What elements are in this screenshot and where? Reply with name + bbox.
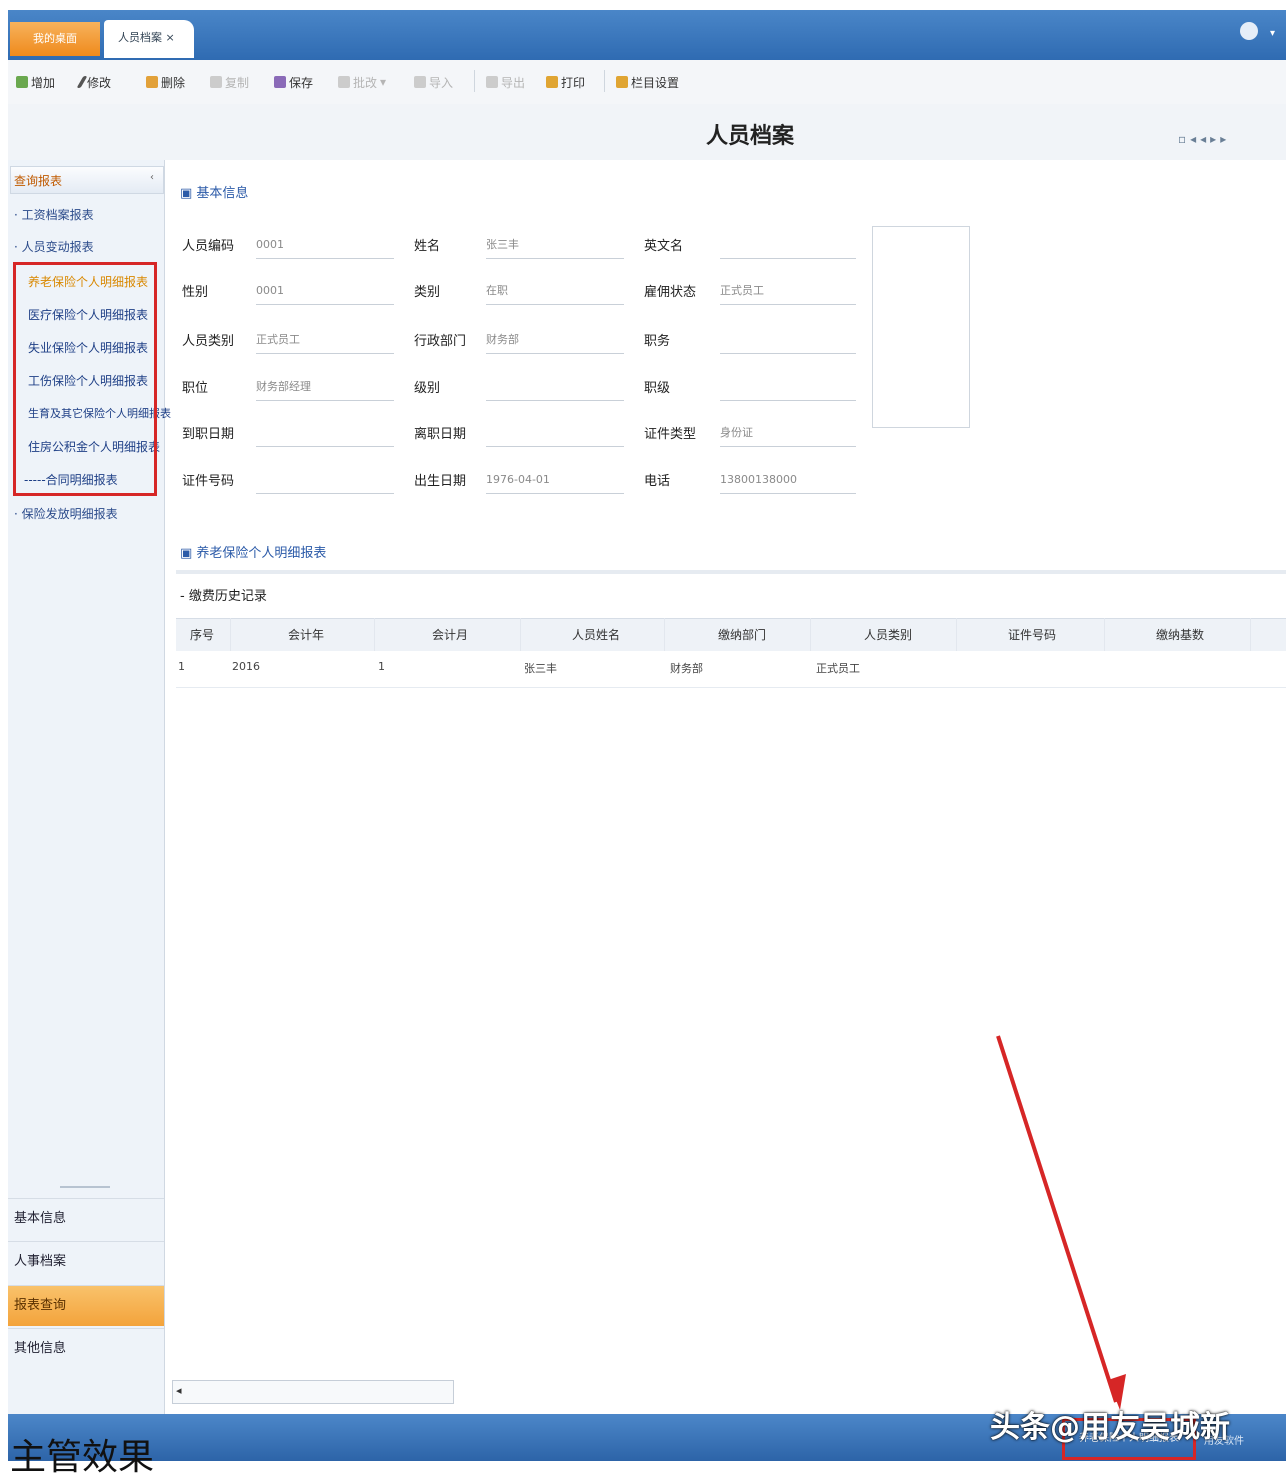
annotation-arrow (996, 1035, 1126, 1410)
caption: 主管效果 (10, 1437, 155, 1478)
watermark: 头条@用友吴城新 (990, 1410, 1230, 1445)
arrow-line (996, 1035, 1118, 1403)
